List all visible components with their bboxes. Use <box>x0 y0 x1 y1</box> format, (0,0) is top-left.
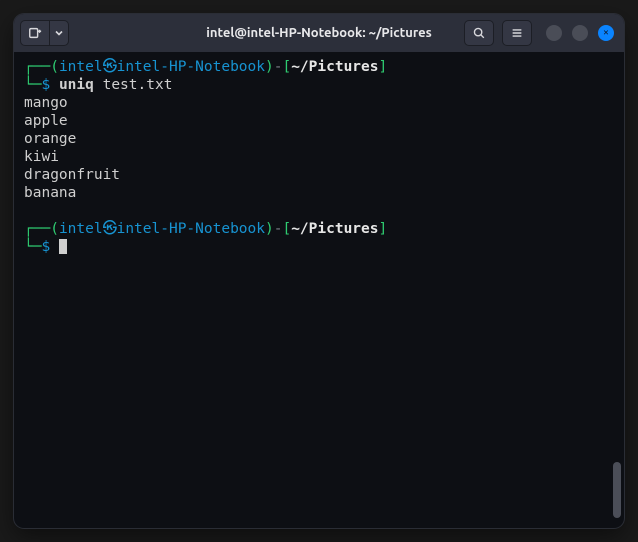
blank-line <box>24 202 614 220</box>
prompt-paren-close: ) <box>265 59 274 75</box>
prompt-paren-open: ( <box>50 59 59 75</box>
close-button[interactable] <box>598 25 614 41</box>
command-arg: test.txt <box>103 77 173 93</box>
prompt-bracket-open: [ <box>282 59 291 75</box>
output-line: banana <box>24 184 614 202</box>
search-button[interactable] <box>464 20 494 46</box>
titlebar-right-controls <box>464 20 618 46</box>
prompt-cwd: ~/Pictures <box>291 59 378 75</box>
prompt2-line-1: ┌──(intel㉿intel-HP-Notebook)-[~/Pictures… <box>24 220 614 238</box>
prompt-corner: ┌── <box>24 59 50 75</box>
window-controls <box>546 25 614 41</box>
output-line: mango <box>24 94 614 112</box>
terminal-body[interactable]: ┌──(intel㉿intel-HP-Notebook)-[~/Pictures… <box>14 52 624 528</box>
cursor <box>59 239 67 254</box>
chevron-down-icon <box>54 28 64 38</box>
prompt-corner2: └─ <box>24 77 41 93</box>
prompt-host: intel-HP-Notebook <box>117 59 265 75</box>
output-line: orange <box>24 130 614 148</box>
hamburger-menu-button[interactable] <box>502 20 532 46</box>
output-line: kiwi <box>24 148 614 166</box>
prompt-skull-icon: ㉿ <box>103 220 117 238</box>
terminal-window: intel@intel-HP-Notebook: ~/Pictures <box>14 14 624 528</box>
command-name: uniq <box>59 77 94 93</box>
prompt-sigil: $ <box>41 77 50 93</box>
prompt-bracket-close: ] <box>379 59 388 75</box>
titlebar: intel@intel-HP-Notebook: ~/Pictures <box>14 14 624 52</box>
output-line: dragonfruit <box>24 166 614 184</box>
prompt-line-2: └─$ uniq test.txt <box>24 76 614 94</box>
output-line: apple <box>24 112 614 130</box>
prompt2-line-2: └─$ <box>24 238 614 256</box>
command-output: mangoappleorangekiwidragonfruitbanana <box>24 94 614 202</box>
minimize-button[interactable] <box>546 25 562 41</box>
prompt-line-1: ┌──(intel㉿intel-HP-Notebook)-[~/Pictures… <box>24 58 614 76</box>
hamburger-icon <box>510 26 524 40</box>
new-tab-button[interactable] <box>20 20 49 46</box>
search-icon <box>472 26 486 40</box>
prompt-user: intel <box>59 59 103 75</box>
maximize-button[interactable] <box>572 25 588 41</box>
new-tab-dropdown-button[interactable] <box>49 20 69 46</box>
titlebar-left-controls <box>20 20 69 46</box>
prompt-skull-icon: ㉿ <box>103 58 117 76</box>
scrollbar-thumb[interactable] <box>613 462 621 518</box>
new-tab-icon <box>28 26 42 40</box>
